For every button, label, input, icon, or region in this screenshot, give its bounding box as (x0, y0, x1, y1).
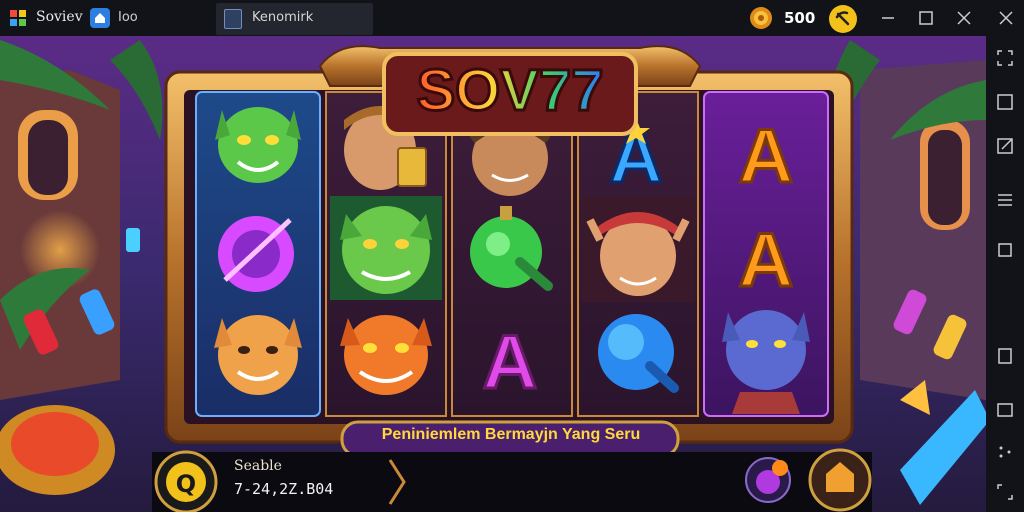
folder-icon[interactable] (995, 400, 1015, 420)
menu-button[interactable] (156, 452, 216, 512)
tab-game-label[interactable]: Kenomirk (252, 10, 313, 25)
close-button[interactable] (952, 6, 976, 30)
maximize-icon (919, 11, 933, 25)
resize-icon[interactable] (995, 482, 1015, 502)
symbol-letter-a-gold: A (737, 113, 795, 201)
close-icon (957, 11, 971, 25)
rotate-icon[interactable] (995, 240, 1015, 260)
game-logo: SOV77 (415, 57, 605, 125)
close-icon (999, 11, 1013, 25)
expand-icon[interactable] (995, 48, 1015, 68)
promo-banner-text: Peniniemlem Bermayjn Yang Seru (381, 426, 641, 443)
home-tab-button[interactable] (90, 8, 110, 28)
spin-button[interactable] (808, 450, 872, 512)
svg-text:A: A (483, 320, 538, 405)
more-icon[interactable] (995, 442, 1015, 462)
symbol-letter-a-pink: A (481, 319, 539, 407)
bonus-button[interactable] (744, 456, 792, 504)
symbol-blue-orb (598, 314, 679, 393)
home-icon (95, 13, 105, 23)
balance-label: Seable (234, 458, 282, 474)
sidebar-close-button[interactable] (994, 6, 1018, 30)
minimize-button[interactable] (876, 6, 900, 30)
symbol-purple-gem (218, 216, 294, 292)
game-logo-text: SOV77 (417, 58, 604, 123)
settings-icon[interactable] (995, 190, 1015, 210)
minimize-icon (882, 17, 894, 19)
title-bar: Soviev Ioo Kenomirk 500 (0, 0, 1024, 36)
svg-text:A: A (739, 218, 794, 303)
coin-count: 500 (784, 9, 816, 27)
pickaxe-icon (835, 11, 850, 26)
svg-text:A: A (739, 114, 794, 199)
bluestacks-logo-icon (10, 10, 26, 26)
emulator-sidebar (986, 36, 1024, 512)
symbol-letter-a-gold: A (737, 217, 795, 305)
app-name: Soviev (36, 9, 83, 25)
fullscreen-icon[interactable] (995, 92, 1015, 112)
symbol-green-ogre (330, 196, 442, 300)
symbol-elf-archer (582, 196, 694, 302)
game-tab-icon (224, 9, 242, 29)
screenshot-icon[interactable] (995, 136, 1015, 156)
home-tab-label[interactable]: Ioo (118, 10, 138, 25)
maximize-button[interactable] (914, 6, 938, 30)
pickaxe-button[interactable] (829, 5, 857, 33)
coin-icon[interactable] (748, 5, 774, 31)
apk-icon[interactable] (995, 346, 1015, 366)
balance-value: 7-24,2Z.B04 (234, 480, 334, 498)
